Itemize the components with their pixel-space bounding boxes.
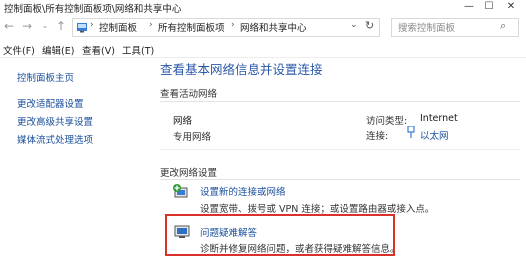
sidebar-item-sharing[interactable]: 更改高级共享设置 (17, 114, 93, 128)
menu-file[interactable]: 文件(F) (3, 43, 35, 57)
menu-view[interactable]: 查看(V) (82, 43, 115, 57)
connection-label: 连接: (366, 131, 389, 142)
network-type: 专用网络 (173, 132, 212, 143)
up-icon[interactable]: ↑ (54, 19, 68, 33)
divider (160, 179, 520, 180)
sidebar-item-adapter[interactable]: 更改适配器设置 (17, 96, 84, 110)
ethernet-link[interactable]: 以太网 (420, 128, 449, 142)
address-bar[interactable]: › 控制面板 › 所有控制面板项 › 网络和共享中心 ⌄ ↻ (72, 18, 380, 37)
menu-bar: 文件(F) 编辑(E) 查看(V) 工具(T) (0, 40, 526, 58)
ethernet-icon (407, 126, 415, 138)
access-type-label: 访问类型: (366, 116, 408, 127)
minimize-button[interactable]: — (460, 0, 478, 14)
address-row: ← → ⌄ ↑ › 控制面板 › 所有控制面板项 › 网络和共享中心 ⌄ ↻ 搜… (0, 14, 526, 40)
title-bar: 控制面板\所有控制面板项\网络和共享中心 — ☐ ✕ (0, 0, 526, 15)
back-icon[interactable]: ← (2, 19, 16, 33)
divider (160, 101, 520, 102)
network-name: 网络 (173, 116, 193, 127)
sidebar-item-media[interactable]: 媒体流式处理选项 (17, 132, 93, 146)
recent-chevron-icon[interactable]: ⌄ (38, 19, 52, 33)
troubleshoot-link[interactable]: 问题疑难解答 (200, 225, 257, 239)
close-button[interactable]: ✕ (502, 0, 520, 14)
page-title: 查看基本网络信息并设置连接 (160, 62, 323, 77)
menu-edit[interactable]: 编辑(E) (42, 43, 74, 57)
control-panel-icon (77, 23, 87, 33)
address-dropdown-icon[interactable]: ⌄ (350, 20, 358, 30)
menu-tools[interactable]: 工具(T) (122, 43, 154, 57)
window-title: 控制面板\所有控制面板项\网络和共享中心 (4, 4, 182, 15)
breadcrumb-network-center[interactable]: 网络和共享中心 (240, 20, 307, 34)
maximize-button[interactable]: ☐ (480, 0, 498, 14)
troubleshoot-icon (174, 225, 190, 238)
access-type-value: Internet (420, 113, 458, 124)
new-connection-icon (173, 184, 188, 198)
active-networks-label: 查看活动网络 (160, 89, 218, 100)
search-icon[interactable]: ⌕ (500, 19, 506, 33)
forward-icon[interactable]: → (20, 19, 34, 33)
new-connection-link[interactable]: 设置新的连接或网络 (200, 184, 286, 198)
sidebar-item-home[interactable]: 控制面板主页 (17, 70, 74, 84)
change-settings-label: 更改网络设置 (160, 168, 218, 179)
search-input[interactable]: 搜索控制面板 ⌕ (391, 18, 519, 37)
breadcrumb-all-items[interactable]: 所有控制面板项 (158, 20, 225, 34)
troubleshoot-desc: 诊断并修复网络问题，或者获得疑难解答信息。 (200, 244, 400, 255)
divider (160, 149, 520, 150)
new-connection-desc: 设置宽带、拨号或 VPN 连接；或设置路由器或接入点。 (200, 204, 435, 215)
refresh-icon[interactable]: ↻ (365, 19, 374, 32)
breadcrumb-control-panel[interactable]: 控制面板 (99, 20, 137, 34)
search-placeholder: 搜索控制面板 (398, 23, 456, 34)
